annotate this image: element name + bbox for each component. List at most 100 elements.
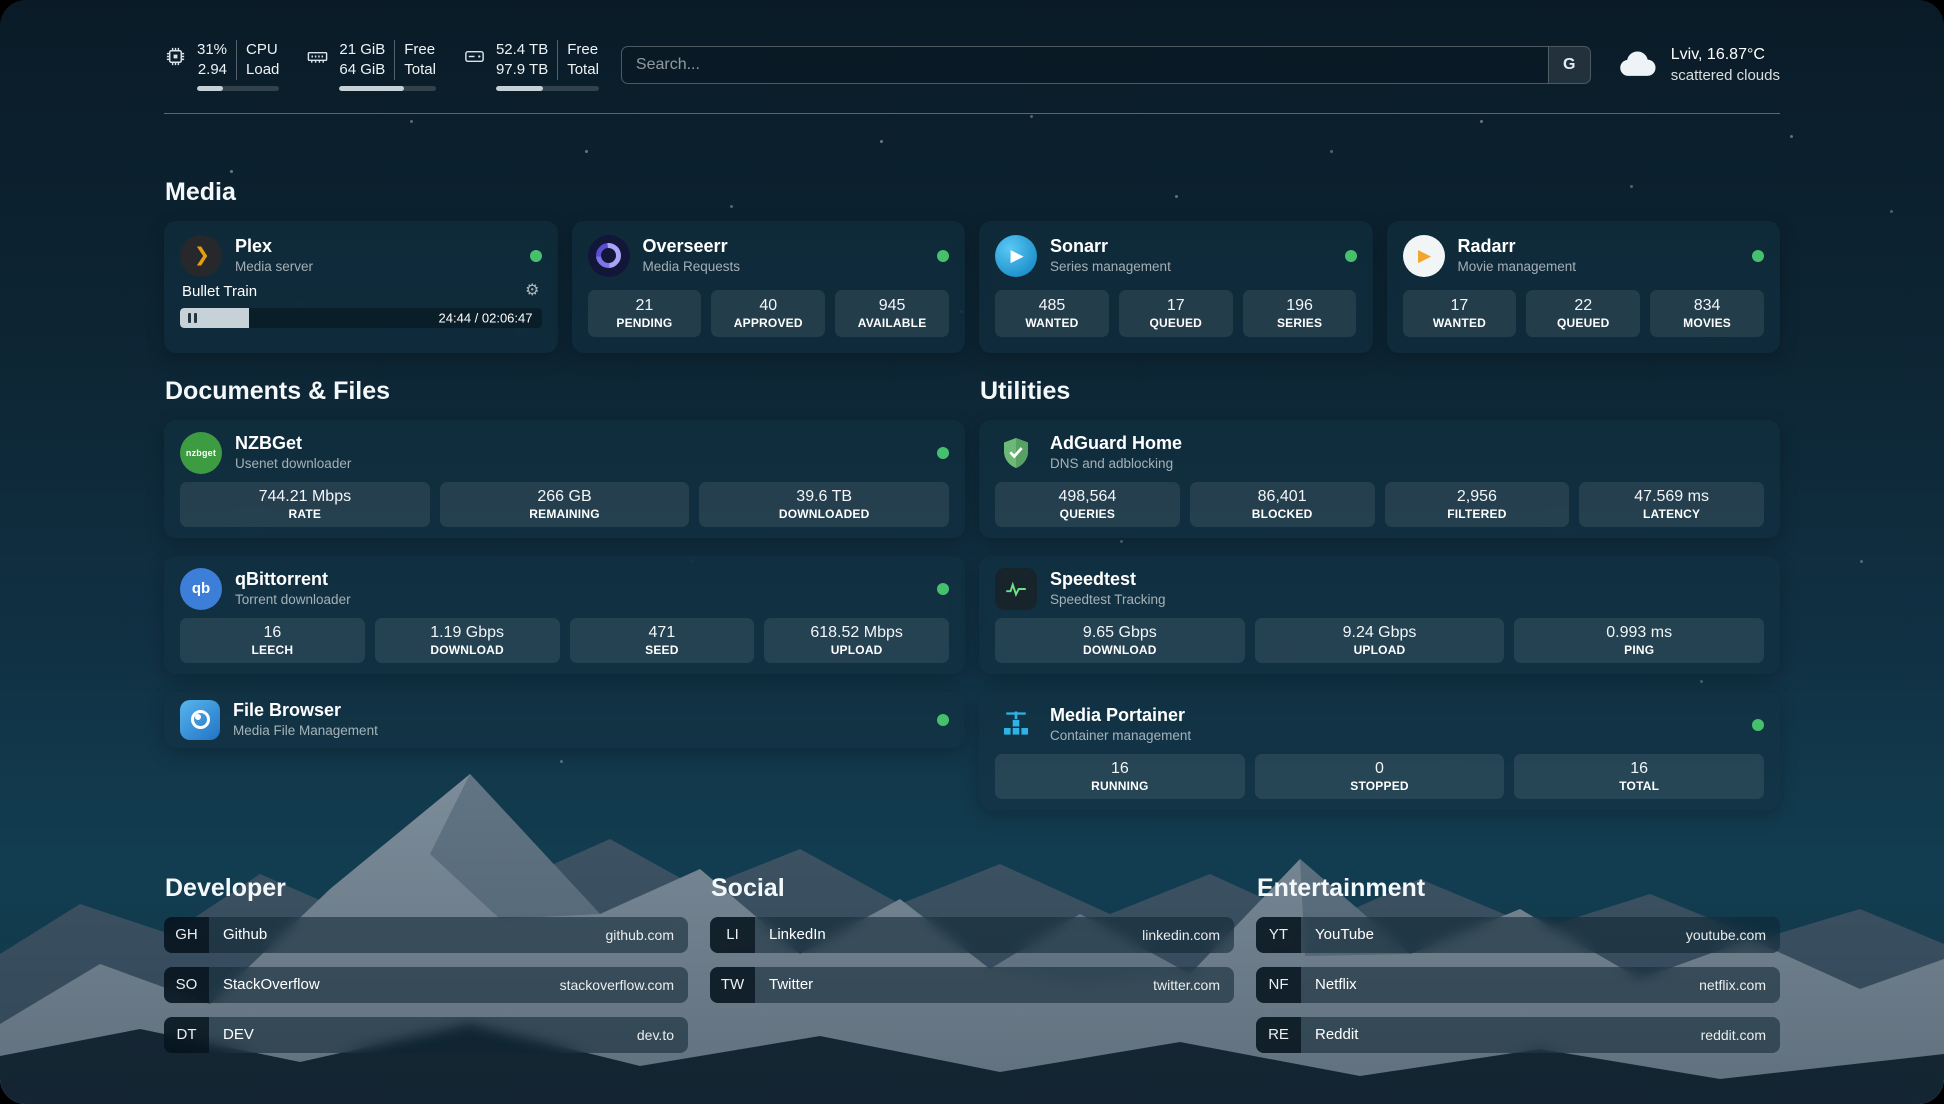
memory-total-label: Total bbox=[404, 60, 436, 80]
stat-value: 16 bbox=[999, 759, 1241, 778]
status-dot bbox=[937, 714, 949, 726]
cpu-progress-fill bbox=[197, 86, 223, 91]
bookmark-abbr: YT bbox=[1256, 917, 1301, 953]
stat-box: 17 QUEUED bbox=[1119, 290, 1233, 337]
memory-total-value: 64 GiB bbox=[339, 60, 385, 80]
stat-box: 471 SEED bbox=[570, 618, 755, 663]
playback-progress-bar[interactable]: 24:44 / 02:06:47 bbox=[180, 308, 542, 328]
stat-label: WANTED bbox=[999, 316, 1105, 331]
search-engine-button[interactable]: G bbox=[1548, 47, 1590, 83]
bookmark-netflix[interactable]: NF Netflix netflix.com bbox=[1256, 967, 1780, 1003]
stat-value: 16 bbox=[184, 623, 361, 642]
stat-box: 16 LEECH bbox=[180, 618, 365, 663]
bookmark-abbr: RE bbox=[1256, 1017, 1301, 1053]
bookmark-url: reddit.com bbox=[1701, 1027, 1766, 1043]
app-description: Media File Management bbox=[233, 723, 924, 740]
app-card-nzbget[interactable]: nzbget NZBGet Usenet downloader 744.21 M… bbox=[164, 420, 965, 538]
app-card-plex[interactable]: ❯ Plex Media server Bullet Train ⚙ bbox=[164, 221, 558, 353]
stat-value: 40 bbox=[715, 296, 821, 315]
status-dot bbox=[937, 583, 949, 595]
stat-value: 9.65 Gbps bbox=[999, 623, 1241, 642]
stat-box: 39.6 TB DOWNLOADED bbox=[699, 482, 949, 527]
bookmark-name: StackOverflow bbox=[223, 976, 320, 993]
app-card-speedtest[interactable]: Speedtest Speedtest Tracking 9.65 Gbps D… bbox=[979, 556, 1780, 674]
section-title-documents: Documents & Files bbox=[165, 377, 965, 406]
stat-box: 744.21 Mbps RATE bbox=[180, 482, 430, 527]
weather-location: Lviv, 16.87°C bbox=[1671, 45, 1780, 66]
disk-widget: 52.4 TB 97.9 TB Free Total bbox=[463, 40, 599, 91]
stat-box: 266 GB REMAINING bbox=[440, 482, 690, 527]
bookmark-dev[interactable]: DT DEV dev.to bbox=[164, 1017, 688, 1053]
app-card-overseerr[interactable]: Overseerr Media Requests 21 PENDING 40 A… bbox=[572, 221, 966, 353]
now-playing-widget: Bullet Train ⚙ 24:44 / 02:06:47 bbox=[180, 283, 542, 328]
stat-box: 16 RUNNING bbox=[995, 754, 1245, 799]
stat-label: QUEUED bbox=[1123, 316, 1229, 331]
app-card-portainer[interactable]: Media Portainer Container management 16 … bbox=[979, 692, 1780, 810]
bookmark-reddit[interactable]: RE Reddit reddit.com bbox=[1256, 1017, 1780, 1053]
app-description: Torrent downloader bbox=[235, 592, 924, 609]
status-dot bbox=[937, 250, 949, 262]
cloud-icon bbox=[1617, 48, 1659, 83]
app-description: Speedtest Tracking bbox=[1050, 592, 1764, 609]
stat-value: 498,564 bbox=[999, 487, 1176, 506]
bookmark-linkedin[interactable]: LI LinkedIn linkedin.com bbox=[710, 917, 1234, 953]
memory-free-label: Free bbox=[404, 40, 436, 60]
search-bar: G bbox=[621, 46, 1591, 84]
stat-label: LATENCY bbox=[1583, 507, 1760, 522]
bookmark-name: DEV bbox=[223, 1026, 254, 1043]
bookmark-url: linkedin.com bbox=[1142, 927, 1220, 943]
stat-label: QUERIES bbox=[999, 507, 1176, 522]
app-description: Series management bbox=[1050, 259, 1332, 276]
bookmark-group-social: Social LI LinkedIn linkedin.com TW Twitt… bbox=[710, 874, 1234, 1053]
playback-time: 24:44 / 02:06:47 bbox=[439, 310, 533, 325]
bookmark-twitter[interactable]: TW Twitter twitter.com bbox=[710, 967, 1234, 1003]
dashboard-window: 31% 2.94 CPU Load bbox=[0, 0, 1944, 1104]
stat-label: TOTAL bbox=[1518, 779, 1760, 794]
stat-box: 834 MOVIES bbox=[1650, 290, 1764, 337]
stat-label: UPLOAD bbox=[768, 643, 945, 658]
bookmark-name: Netflix bbox=[1315, 976, 1357, 993]
app-card-qbittorrent[interactable]: qb qBittorrent Torrent downloader 16 LEE… bbox=[164, 556, 965, 674]
bookmark-youtube[interactable]: YT YouTube youtube.com bbox=[1256, 917, 1780, 953]
stat-value: 39.6 TB bbox=[703, 487, 945, 506]
stat-box: 196 SERIES bbox=[1243, 290, 1357, 337]
app-card-radarr[interactable]: ▶ Radarr Movie management 17 WANTED bbox=[1387, 221, 1781, 353]
cpu-widget: 31% 2.94 CPU Load bbox=[164, 40, 279, 91]
disk-free-value: 52.4 TB bbox=[496, 40, 548, 60]
stat-label: QUEUED bbox=[1530, 316, 1636, 331]
stat-label: WANTED bbox=[1407, 316, 1513, 331]
stat-box: 40 APPROVED bbox=[711, 290, 825, 337]
disk-progress-bar bbox=[496, 86, 599, 91]
app-card-adguard[interactable]: AdGuard Home DNS and adblocking 498,564 … bbox=[979, 420, 1780, 538]
stat-label: FILTERED bbox=[1389, 507, 1566, 522]
bookmark-abbr: DT bbox=[164, 1017, 209, 1053]
stat-label: BLOCKED bbox=[1194, 507, 1371, 522]
section-title-developer: Developer bbox=[165, 874, 688, 903]
plex-icon: ❯ bbox=[180, 235, 222, 277]
status-dot bbox=[1752, 250, 1764, 262]
cpu-load-value: 2.94 bbox=[198, 60, 227, 80]
stat-value: 86,401 bbox=[1194, 487, 1371, 506]
app-name: Radarr bbox=[1458, 235, 1740, 258]
sonarr-icon: ▶ bbox=[995, 235, 1037, 277]
app-card-filebrowser[interactable]: File Browser Media File Management bbox=[164, 692, 965, 748]
stat-label: PING bbox=[1518, 643, 1760, 658]
status-dot bbox=[1752, 719, 1764, 731]
bookmark-abbr: GH bbox=[164, 917, 209, 953]
stat-value: 22 bbox=[1530, 296, 1636, 315]
bookmark-name: Github bbox=[223, 926, 267, 943]
bookmark-name: LinkedIn bbox=[769, 926, 826, 943]
search-input[interactable] bbox=[622, 47, 1548, 83]
app-card-sonarr[interactable]: ▶ Sonarr Series management 485 WANTED bbox=[979, 221, 1373, 353]
bookmark-stackoverflow[interactable]: SO StackOverflow stackoverflow.com bbox=[164, 967, 688, 1003]
stat-label: LEECH bbox=[184, 643, 361, 658]
stat-box: 22 QUEUED bbox=[1526, 290, 1640, 337]
section-documents: Documents & Files nzbget NZBGet Usenet d… bbox=[164, 377, 965, 748]
stat-label: STOPPED bbox=[1259, 779, 1501, 794]
cpu-icon bbox=[164, 40, 187, 73]
cpu-usage-value: 31% bbox=[197, 40, 227, 60]
bookmark-github[interactable]: GH Github github.com bbox=[164, 917, 688, 953]
pause-icon[interactable] bbox=[188, 313, 197, 323]
app-name: Speedtest bbox=[1050, 568, 1764, 591]
gear-icon[interactable]: ⚙ bbox=[525, 283, 539, 299]
